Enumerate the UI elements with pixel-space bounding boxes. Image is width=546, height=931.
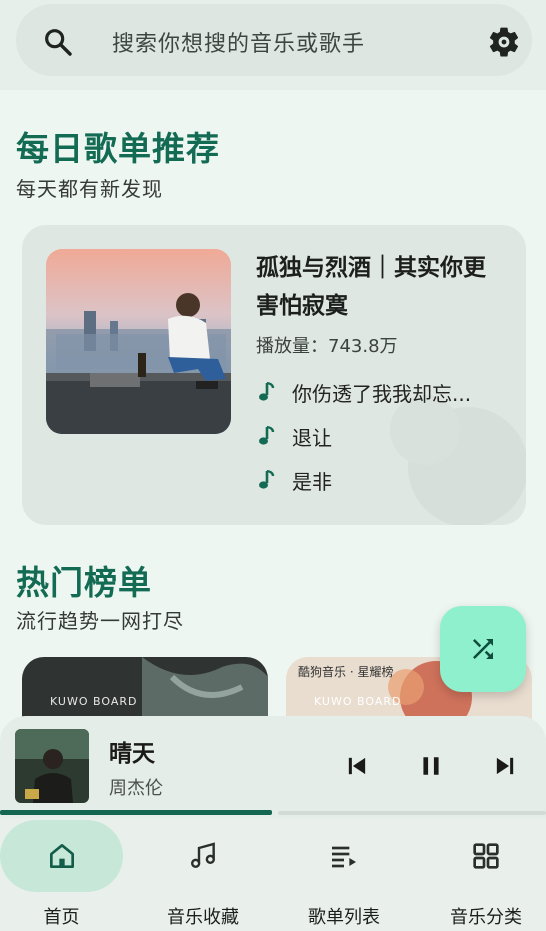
charts-section-subtitle: 流行趋势一网打尽 xyxy=(16,609,184,633)
song-title: 退让 xyxy=(292,425,332,450)
playlist-song-item[interactable]: 你伤透了我我却忘... xyxy=(258,377,508,407)
bottom-navigation: 首页 音乐收藏 歌单列表 音乐分类 xyxy=(0,818,546,931)
now-playing-album-art[interactable] xyxy=(15,729,89,803)
playlist-title[interactable]: 孤独与烈酒｜其实你更害怕寂寞 xyxy=(256,249,506,325)
now-playing-title: 晴天 xyxy=(109,741,155,767)
nav-item-music-categories[interactable]: 音乐分类 xyxy=(418,818,546,931)
daily-playlist-card[interactable]: 孤独与烈酒｜其实你更害怕寂寞 播放量：743.8万 你伤透了我我却忘... 退让… xyxy=(22,225,526,525)
search-bar[interactable]: 搜索你想搜的音乐或歌手 xyxy=(16,4,532,76)
playback-progress-fill xyxy=(0,810,272,815)
chart-card-badge: KUWO BOARD xyxy=(314,695,402,708)
playlist-icon xyxy=(332,846,356,868)
nav-item-home[interactable]: 首页 xyxy=(0,818,136,931)
top-bar: 搜索你想搜的音乐或歌手 xyxy=(0,0,546,90)
playlist-play-count: 播放量：743.8万 xyxy=(256,336,398,357)
nav-item-playlists[interactable]: 歌单列表 xyxy=(276,818,412,931)
chart-card-top-text: 酷狗音乐 · 星耀榜 xyxy=(298,665,394,679)
playlist-song-item[interactable]: 退让 xyxy=(258,421,508,451)
playlist-cover-image[interactable] xyxy=(46,249,231,434)
skip-next-icon[interactable] xyxy=(491,752,519,780)
shuffle-icon xyxy=(473,639,493,659)
music-note-icon xyxy=(259,425,275,445)
nav-label: 音乐收藏 xyxy=(167,907,239,928)
shuffle-fab-button[interactable] xyxy=(440,606,526,692)
now-playing-artist: 周杰伦 xyxy=(109,778,163,799)
gear-icon[interactable] xyxy=(486,24,522,60)
daily-section-title: 每日歌单推荐 xyxy=(16,129,220,168)
nav-label: 音乐分类 xyxy=(450,907,522,928)
search-icon xyxy=(45,29,72,56)
nav-label: 首页 xyxy=(43,907,80,928)
charts-section-title: 热门榜单 xyxy=(16,563,152,602)
grid-icon xyxy=(473,843,499,869)
music-note-icon xyxy=(259,469,275,489)
music-note-icon xyxy=(259,381,275,401)
pause-icon[interactable] xyxy=(417,752,445,780)
music-note-icon xyxy=(191,842,215,868)
mini-player[interactable]: 晴天 周杰伦 xyxy=(0,716,546,818)
song-title: 是非 xyxy=(292,469,332,494)
chart-card-badge: KUWO BOARD xyxy=(50,695,138,708)
song-title: 你伤透了我我却忘... xyxy=(292,381,472,406)
home-icon xyxy=(50,844,74,868)
skip-previous-icon[interactable] xyxy=(343,752,371,780)
nav-label: 歌单列表 xyxy=(308,907,380,928)
nav-item-music-favorites[interactable]: 音乐收藏 xyxy=(135,818,271,931)
search-input[interactable]: 搜索你想搜的音乐或歌手 xyxy=(112,26,365,58)
playlist-song-item[interactable]: 是非 xyxy=(258,465,508,495)
playback-progress-track[interactable] xyxy=(278,811,546,815)
daily-section-subtitle: 每天都有新发现 xyxy=(16,177,163,201)
